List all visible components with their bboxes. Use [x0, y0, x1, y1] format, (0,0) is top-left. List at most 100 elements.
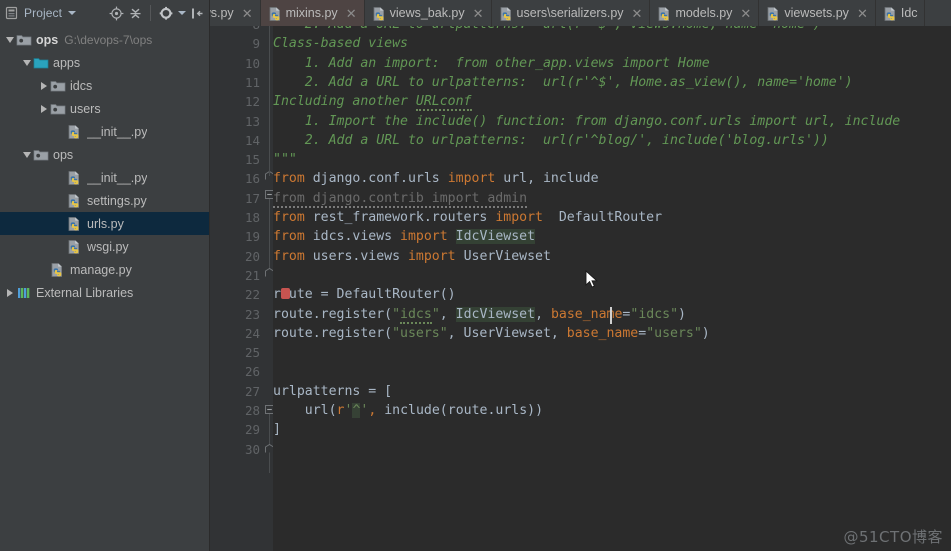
code-line[interactable]: Including another URLconf	[273, 92, 472, 112]
code-line[interactable]: from django.conf.urls import url, includ…	[273, 169, 599, 188]
tree-item-users[interactable]: users	[0, 97, 209, 120]
code-line[interactable]: from idcs.views import IdcViewset	[273, 227, 536, 246]
code-line[interactable]: urlpatterns = [	[273, 382, 392, 401]
tree-item-settings-py[interactable]: settings.py	[0, 189, 209, 212]
tab-views-bak-py[interactable]: views_bak.py ✕	[364, 0, 492, 26]
tree-item-label: users	[70, 101, 101, 116]
tree-twisty-down-icon[interactable]	[21, 57, 33, 69]
tree-item-idcs[interactable]: idcs	[0, 74, 209, 97]
tree-item-external-libraries[interactable]: External Libraries	[0, 281, 209, 304]
code-token: from django.contrib import admin	[273, 190, 528, 208]
code-token: IdcViewset	[455, 229, 536, 245]
tab-label: iews.py	[210, 6, 234, 20]
tab-close-icon[interactable]: ✕	[631, 7, 644, 20]
tab-close-icon[interactable]: ✕	[856, 7, 869, 20]
tree-item-ops[interactable]: ops G:\devops-7\ops	[0, 28, 209, 51]
code-token: ]	[273, 422, 281, 438]
line-number: 19	[244, 229, 260, 245]
python-file-icon	[657, 6, 671, 21]
editor-gutter[interactable]: 8 9 10 11 12 13 14 15 16 17 18 19 20 21 22 23 24 25 26 27 28…	[210, 26, 273, 551]
collapse-all-icon[interactable]	[127, 5, 143, 21]
code-token: url(	[273, 403, 337, 418]
code-token: DefaultRouter	[542, 210, 663, 225]
code-token: IdcViewset	[455, 306, 536, 322]
tree-twisty-right-icon[interactable]	[4, 287, 16, 299]
code-line[interactable]: from users.views import UserViewset	[273, 247, 551, 266]
tab-models-py[interactable]: models.py ✕	[650, 0, 760, 26]
python-file-icon	[766, 6, 780, 21]
project-toolbar-buttons	[108, 5, 209, 21]
tree-twisty-down-icon[interactable]	[21, 149, 33, 161]
code-line[interactable]: 1. Add an import: from other_app.views i…	[273, 54, 710, 73]
tree-item-manage-py[interactable]: manage.py	[0, 258, 209, 281]
code-editor[interactable]: 8 9 10 11 12 13 14 15 16 17 18 19 20 21 22 23 24 25 26 27 28…	[210, 26, 951, 551]
code-line[interactable]: 2. Add a URL to urlpatterns: url(r'^blog…	[273, 131, 829, 150]
tree-twisty-right-icon[interactable]	[38, 80, 50, 92]
code-line[interactable]: url(r'^', include(route.urls))	[273, 401, 543, 420]
tab-close-icon[interactable]: ✕	[241, 7, 254, 20]
tab-label: mixins.py	[285, 6, 338, 20]
code-token: from	[273, 248, 305, 264]
inline-error-marker[interactable]	[281, 288, 290, 300]
tab-mixins-py[interactable]: mixins.py ✕	[260, 0, 365, 26]
line-number: 21	[244, 267, 260, 283]
tab-close-icon[interactable]: ✕	[472, 7, 485, 20]
line-number: 20	[244, 248, 260, 264]
tree-item-ops-package[interactable]: ops	[0, 143, 209, 166]
tree-item-wsgi-py[interactable]: wsgi.py	[0, 235, 209, 258]
scroll-from-source-icon[interactable]	[108, 5, 124, 21]
tab-close-icon[interactable]: ✕	[345, 7, 358, 20]
code-token: 1. Import the include() function: from d…	[273, 113, 901, 129]
tab-label: viewsets.py	[784, 6, 849, 20]
tab-viewsets-py[interactable]: viewsets.py ✕	[759, 0, 876, 26]
code-line[interactable]: from django.contrib import admin	[273, 189, 528, 208]
code-token: UserViewset	[455, 248, 551, 264]
project-view-icon	[4, 5, 20, 21]
line-number: 16	[244, 171, 260, 187]
line-number: 11	[244, 74, 260, 90]
python-file-icon	[67, 170, 83, 186]
code-line[interactable]: route.register("idcs", IdcViewset, base_…	[273, 305, 686, 324]
tree-twisty-right-icon[interactable]	[38, 103, 50, 115]
tree-item-urls-py[interactable]: urls.py	[0, 212, 209, 235]
folder-icon	[33, 147, 49, 163]
tab-views-py[interactable]: iews.py ✕	[210, 0, 261, 26]
python-file-icon	[268, 6, 282, 21]
code-line[interactable]: Class-based views	[273, 34, 408, 53]
tree-item-apps[interactable]: apps	[0, 51, 209, 74]
folder-module-icon	[16, 32, 32, 48]
fold-gutter[interactable]	[265, 26, 274, 551]
top-bar: Project s.py ✕ mixins.py ✕ views_bak.py …	[0, 0, 951, 26]
line-number: 12	[244, 94, 260, 110]
tab-idc-py[interactable]: Idc	[875, 0, 925, 26]
code-line[interactable]: ]	[273, 420, 281, 439]
code-line[interactable]: route = DefaultRouter()	[273, 285, 456, 304]
python-file-icon	[67, 239, 83, 255]
tree-twisty-down-icon[interactable]	[4, 34, 16, 46]
tab-users-serializers-py[interactable]: users\serializers.py ✕	[491, 0, 651, 26]
code-line[interactable]: 2. Add a URL to urlpatterns: url(r'^$', …	[273, 26, 821, 34]
line-number: 25	[244, 345, 260, 361]
python-file-icon	[499, 6, 513, 21]
tree-item-apps-init-py[interactable]: __init__.py	[0, 120, 209, 143]
editor-tab-bar[interactable]: iews.py✕mixins.py✕views_bak.py✕users\ser…	[210, 0, 951, 26]
code-line[interactable]: 1. Import the include() function: from d…	[273, 112, 900, 131]
code-line[interactable]: from rest_framework.routers import Defau…	[273, 208, 662, 227]
line-number: 29	[244, 422, 260, 438]
code-token: ,	[439, 306, 456, 322]
hide-panel-icon[interactable]	[189, 5, 205, 21]
code-token: Including another	[273, 94, 416, 110]
chevron-down-icon[interactable]	[68, 11, 77, 15]
tree-item-ops-init-py[interactable]: __init__.py	[0, 166, 209, 189]
gear-dropdown-chevron-icon[interactable]	[178, 11, 186, 15]
code-text-area[interactable]: 2. Add a URL to urlpatterns: url(r'^$', …	[273, 26, 951, 551]
project-tree[interactable]: ops G:\devops-7\ops apps idcs users __init__.…	[0, 26, 210, 551]
settings-gear-icon[interactable]	[158, 5, 174, 21]
tab-close-icon[interactable]: ✕	[739, 7, 752, 20]
code-token: route.register(	[273, 306, 393, 322]
code-line[interactable]: route.register("users", UserViewset, bas…	[273, 324, 710, 343]
code-line[interactable]: """	[273, 150, 297, 169]
code-line[interactable]: 2. Add a URL to urlpatterns: url(r'^$', …	[273, 73, 853, 92]
